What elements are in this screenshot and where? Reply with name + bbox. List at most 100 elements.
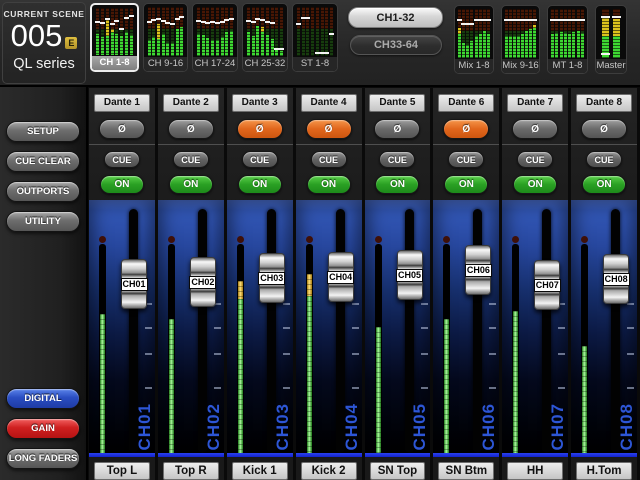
phase-button[interactable]: Ø [237, 119, 283, 139]
on-button[interactable]: ON [307, 175, 351, 194]
channel-name[interactable]: Kick 2 [301, 462, 357, 480]
fader-handle[interactable]: CH04 [328, 252, 354, 302]
channel-name[interactable]: SN Btm [438, 462, 494, 480]
sidebar-outports-button[interactable]: OUTPORTS [6, 181, 80, 202]
on-button[interactable]: ON [444, 175, 488, 194]
meter-block[interactable]: ST 1-8 [292, 3, 338, 72]
on-button[interactable]: ON [513, 175, 557, 194]
channel-name[interactable]: Top L [94, 462, 150, 480]
meter-block[interactable]: Mix 9-16 [501, 5, 540, 74]
level-meter-green [376, 327, 381, 453]
level-meter-green [238, 299, 243, 453]
fader-area: CH02 CH02 [158, 200, 224, 457]
fader-handle[interactable]: CH01 [121, 259, 147, 309]
phase-button[interactable]: Ø [374, 119, 420, 139]
sidebar-setup-button[interactable]: SETUP [6, 121, 80, 142]
cue-button[interactable]: CUE [104, 151, 140, 168]
port-label[interactable]: Dante 8 [576, 94, 632, 112]
level-meter-green [100, 314, 105, 453]
phase-button[interactable]: Ø [443, 119, 489, 139]
meter-block[interactable]: CH 25-32 [242, 3, 288, 72]
sidebar-long-faders-button[interactable]: LONG FADERS [6, 448, 80, 469]
meter-block[interactable]: CH 9-16 [143, 3, 188, 72]
sidebar-gain-button[interactable]: GAIN [6, 418, 80, 439]
port-label[interactable]: Dante 7 [507, 94, 563, 112]
port-label[interactable]: Dante 1 [94, 94, 150, 112]
fader-handle[interactable]: CH06 [465, 245, 491, 295]
port-label[interactable]: Dante 3 [232, 94, 288, 112]
channel-name[interactable]: SN Top [370, 462, 426, 480]
meter-bar [111, 8, 114, 55]
bank-ch33-64-button[interactable]: CH33-64 [350, 35, 442, 55]
meter-block[interactable]: Master [595, 5, 627, 74]
sidebar-cue-clear-button[interactable]: CUE CLEAR [6, 151, 80, 172]
phase-button[interactable]: Ø [581, 119, 627, 139]
current-scene-panel[interactable]: CURRENT SCENE 005 E QL series [2, 2, 86, 84]
fader-channel-label: CH01 [121, 278, 148, 291]
cue-button[interactable]: CUE [311, 151, 347, 168]
channel-name[interactable]: Kick 1 [232, 462, 288, 480]
channel-name[interactable]: HH [507, 462, 563, 480]
fader-handle[interactable]: CH03 [259, 253, 285, 303]
strip-bottom-bar [433, 453, 499, 457]
strip-bottom-bar [502, 453, 568, 457]
fader-area: CH06 CH06 [433, 200, 499, 457]
meter-block[interactable]: MT 1-8 [547, 5, 588, 74]
sidebar-digital-button[interactable]: DIGITAL [6, 388, 80, 409]
phase-button[interactable]: Ø [306, 119, 352, 139]
phase-button[interactable]: Ø [99, 119, 145, 139]
sidebar-utility-button[interactable]: UTILITY [6, 211, 80, 232]
fader-handle[interactable]: CH02 [190, 257, 216, 307]
strip-divider [227, 144, 293, 145]
cue-button[interactable]: CUE [448, 151, 484, 168]
phase-button[interactable]: Ø [512, 119, 558, 139]
cue-button[interactable]: CUE [173, 151, 209, 168]
meter-block-label: CH 17-24 [193, 57, 237, 71]
meter-bar [479, 9, 482, 58]
port-label[interactable]: Dante 6 [438, 94, 494, 112]
meter-bar [302, 7, 305, 56]
meter-block[interactable]: Mix 1-8 [454, 5, 494, 74]
channel-name[interactable]: Top R [163, 462, 219, 480]
strip-divider [158, 144, 224, 145]
meter-bar [533, 9, 536, 58]
meter-block[interactable]: CH 17-24 [192, 3, 238, 72]
meter-bridge-input-blocks: CH 1-8 CH 9-16 CH 17-24 CH 25-32 ST 1-8 [90, 3, 338, 72]
on-button[interactable]: ON [100, 175, 144, 194]
fader-scale-tick [352, 303, 359, 305]
cue-button[interactable]: CUE [242, 151, 278, 168]
meter-bar [197, 7, 200, 56]
cue-button[interactable]: CUE [517, 151, 553, 168]
on-button[interactable]: ON [375, 175, 419, 194]
cue-button[interactable]: CUE [586, 151, 622, 168]
meter-bar [120, 8, 123, 55]
port-label[interactable]: Dante 5 [369, 94, 425, 112]
meter-block-bars [548, 6, 587, 59]
bank-ch1-32-button[interactable]: CH1-32 [348, 7, 443, 28]
cue-button[interactable]: CUE [379, 151, 415, 168]
on-button[interactable]: ON [238, 175, 282, 194]
fader-handle[interactable]: CH08 [603, 254, 629, 304]
meter-bar [96, 8, 99, 55]
fader-channel-label: CH05 [396, 269, 423, 282]
fader-area: CH08 CH08 [571, 200, 637, 457]
phase-button[interactable]: Ø [168, 119, 214, 139]
on-button[interactable]: ON [582, 175, 626, 194]
fader-scale-tick [283, 387, 290, 389]
meter-peak-led [306, 236, 313, 243]
fader-scale-tick [421, 353, 428, 355]
strip-bottom-bar [296, 453, 362, 457]
on-button[interactable]: ON [169, 175, 213, 194]
channel-name[interactable]: H.Tom [576, 462, 632, 480]
mixer-app: CURRENT SCENE 005 E QL series CH 1-8 CH … [0, 0, 640, 480]
meter-bar [221, 7, 224, 56]
fader-handle[interactable]: CH05 [397, 250, 423, 300]
port-label[interactable]: Dante 2 [163, 94, 219, 112]
fader-handle[interactable]: CH07 [534, 260, 560, 310]
port-label[interactable]: Dante 4 [301, 94, 357, 112]
fader-scale-tick [489, 353, 496, 355]
meter-block[interactable]: CH 1-8 [90, 3, 139, 72]
meter-bar [216, 7, 219, 56]
meter-block-bars [243, 4, 287, 57]
fader-scale-tick [489, 327, 496, 329]
